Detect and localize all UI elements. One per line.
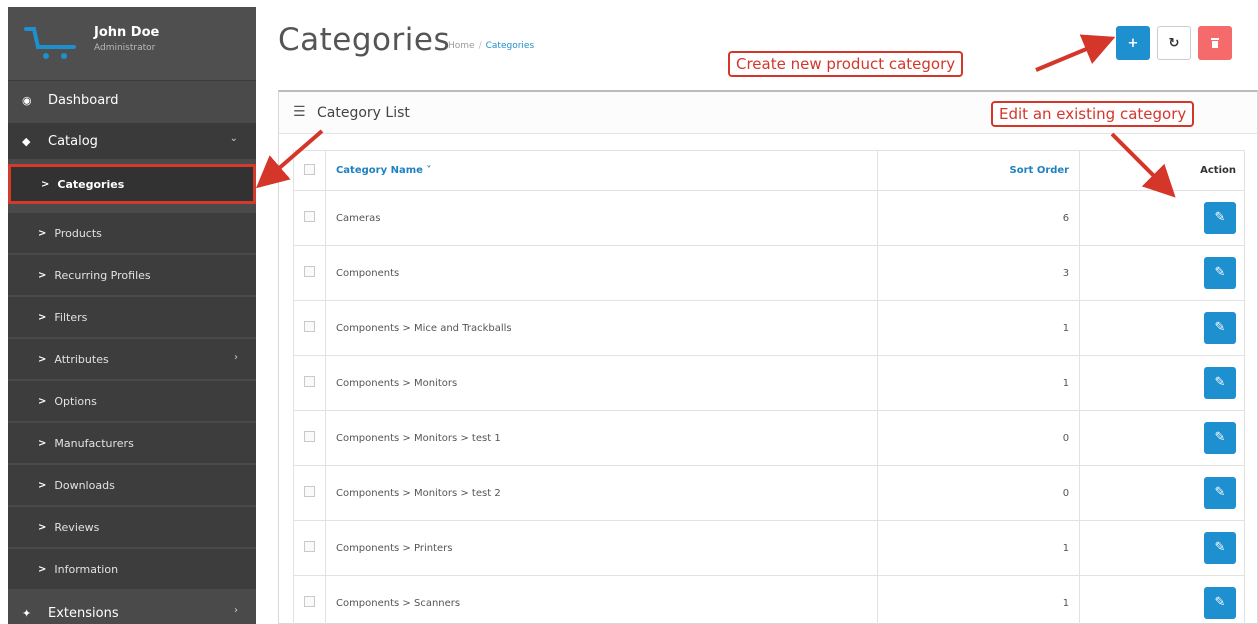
annotation-edit-category: Edit an existing category	[991, 101, 1195, 127]
arrow-to-categories	[255, 129, 324, 189]
arrow-to-edit-button	[1110, 132, 1176, 198]
annotation-create-category: Create new product category	[728, 51, 964, 77]
arrow-to-add-button	[1035, 34, 1116, 72]
page: John Doe Administrator ◉ Dashboard ◆ Cat…	[0, 0, 1258, 624]
annotation-arrows	[255, 34, 1176, 198]
